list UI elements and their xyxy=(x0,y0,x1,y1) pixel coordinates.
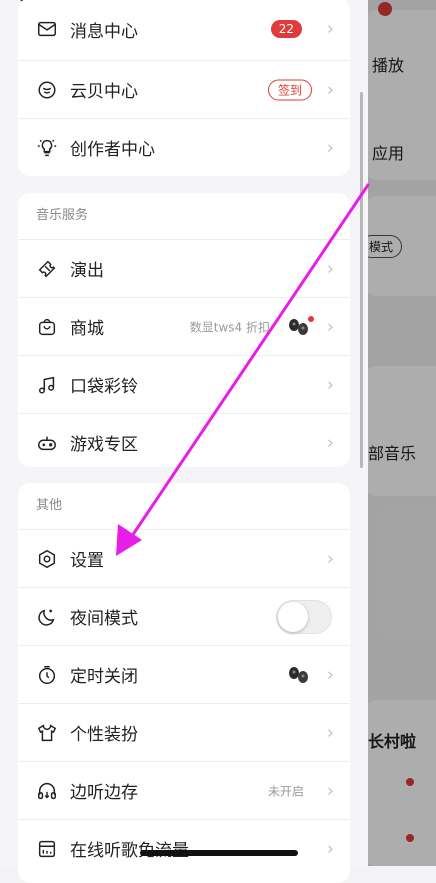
annotation-arrow xyxy=(116,183,370,556)
home-indicator[interactable] xyxy=(140,850,298,856)
